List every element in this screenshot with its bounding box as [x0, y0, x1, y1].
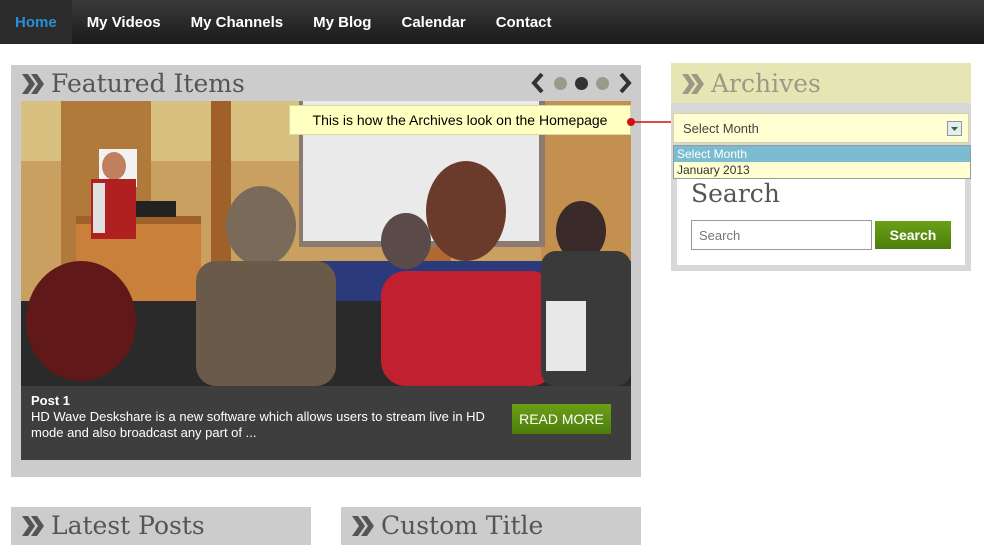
main-nav: Home My Videos My Channels My Blog Calen… [0, 0, 984, 44]
dropdown-option-january-2013[interactable]: January 2013 [674, 162, 970, 178]
slider-dot-2[interactable] [575, 76, 588, 90]
latest-posts-panel: Latest Posts [11, 507, 311, 545]
search-widget: Search Search [677, 179, 965, 265]
slider-controls [530, 73, 633, 93]
nav-item-calendar[interactable]: Calendar [386, 0, 480, 44]
custom-title-heading: Custom Title [351, 511, 543, 540]
search-input[interactable] [691, 220, 872, 250]
annotation-tooltip: This is how the Archives look on the Hom… [289, 105, 631, 135]
dropdown-arrow-icon[interactable] [947, 121, 962, 136]
archives-month-select[interactable]: Select Month [673, 113, 969, 143]
nav-item-my-blog[interactable]: My Blog [298, 0, 386, 44]
post-title[interactable]: Post 1 [31, 393, 70, 408]
archives-select-value: Select Month [683, 121, 759, 136]
search-heading: Search [691, 179, 780, 208]
slider-dot-1[interactable] [554, 76, 567, 90]
nav-item-home[interactable]: Home [0, 0, 72, 44]
archives-heading: Archives [681, 69, 821, 98]
dropdown-option-select-month[interactable]: Select Month [674, 146, 970, 162]
archives-header: Archives [671, 63, 971, 103]
featured-items-heading: Featured Items [21, 69, 245, 98]
nav-item-my-videos[interactable]: My Videos [72, 0, 176, 44]
slider-dot-3[interactable] [596, 76, 609, 90]
latest-posts-heading: Latest Posts [21, 511, 205, 540]
slide-caption: Post 1 HD Wave Deskshare is a new softwa… [21, 386, 631, 460]
custom-title-text: Custom Title [381, 511, 544, 540]
next-arrow-icon[interactable] [617, 73, 633, 93]
double-chevron-icon [21, 515, 45, 537]
latest-posts-title: Latest Posts [51, 511, 205, 540]
post-excerpt: HD Wave Deskshare is a new software whic… [31, 409, 485, 440]
prev-arrow-icon[interactable] [530, 73, 546, 93]
nav-item-my-channels[interactable]: My Channels [176, 0, 299, 44]
double-chevron-icon [351, 515, 375, 537]
search-button[interactable]: Search [875, 221, 951, 249]
nav-item-contact[interactable]: Contact [481, 0, 567, 44]
read-more-button[interactable]: READ MORE [512, 404, 611, 434]
featured-slide-image[interactable] [21, 101, 631, 386]
archives-title: Archives [711, 69, 821, 98]
featured-items-title: Featured Items [51, 69, 245, 98]
double-chevron-icon [21, 73, 45, 95]
custom-title-panel: Custom Title [341, 507, 641, 545]
archives-dropdown-list: Select Month January 2013 [673, 145, 971, 179]
double-chevron-icon [681, 73, 705, 95]
